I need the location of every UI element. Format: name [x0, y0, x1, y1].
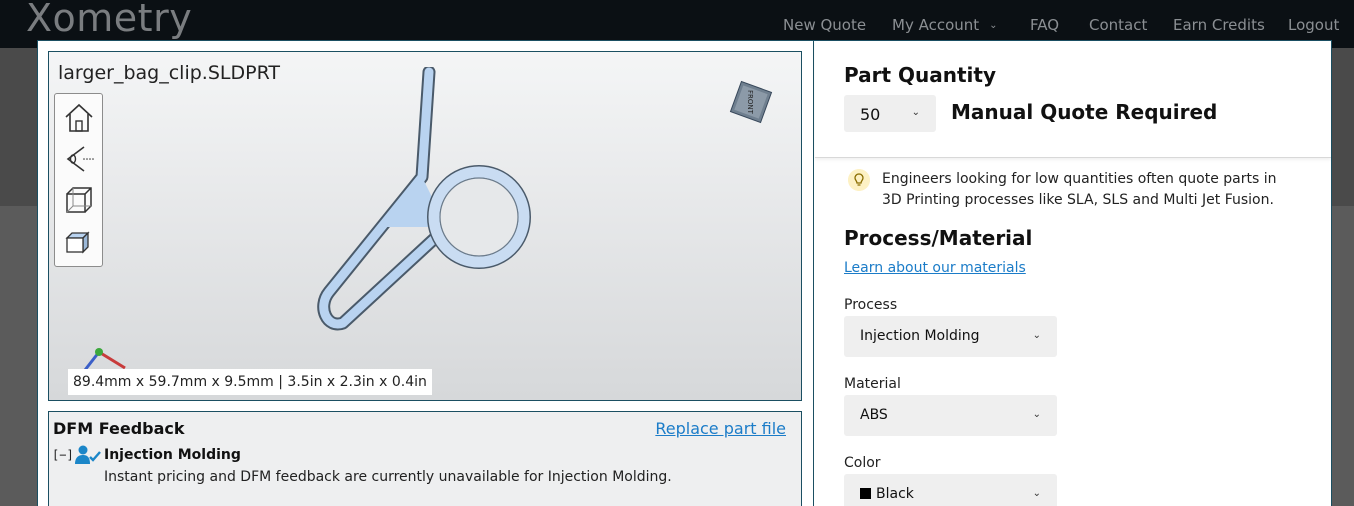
part-quantity-title: Part Quantity [844, 63, 996, 87]
shaded-cube-icon[interactable] [62, 224, 96, 258]
lightbulb-icon [848, 169, 870, 191]
wireframe-cube-icon[interactable] [62, 183, 96, 217]
chevron-updown-icon: ⌄ [911, 107, 920, 118]
part-config-modal: larger_bag_clip.SLDPRT FRONT 89.4mm x 59… [37, 40, 1332, 506]
nav-earn-credits[interactable]: Earn Credits [1173, 16, 1265, 34]
part-model-render[interactable] [309, 67, 549, 332]
process-label: Process [844, 297, 898, 313]
quantity-select[interactable]: 50 ⌄ [844, 95, 936, 132]
view-cube-label: FRONT [746, 90, 754, 115]
dfm-collapse-toggle[interactable]: [−] [52, 448, 74, 462]
material-value: ABS [860, 407, 888, 423]
viewer-toolbar [54, 93, 103, 267]
dfm-message: Instant pricing and DFM feedback are cur… [104, 469, 672, 485]
home-view-icon[interactable] [62, 101, 96, 135]
nav-contact[interactable]: Contact [1089, 16, 1147, 34]
quantity-header: Part Quantity 50 ⌄ Manual Quote Required [815, 41, 1331, 158]
nav-logout[interactable]: Logout [1288, 16, 1339, 34]
file-name: larger_bag_clip.SLDPRT [58, 62, 280, 84]
learn-materials-link[interactable]: Learn about our materials [844, 260, 1026, 276]
color-swatch [860, 488, 871, 499]
xometry-logo[interactable]: Xometry [26, 0, 192, 40]
process-select[interactable]: Injection Molding ⌄ [844, 316, 1057, 357]
nav-my-account-label: My Account [892, 16, 980, 34]
material-select[interactable]: ABS ⌄ [844, 395, 1057, 436]
chevron-updown-icon: ⌄ [1032, 330, 1041, 341]
part-dimensions: 89.4mm x 59.7mm x 9.5mm | 3.5in x 2.3in … [68, 369, 432, 395]
quantity-value: 50 [860, 105, 881, 124]
color-select[interactable]: Black ⌄ [844, 474, 1057, 506]
nav-new-quote[interactable]: New Quote [783, 16, 866, 34]
chevron-updown-icon: ⌄ [1032, 488, 1041, 499]
process-value: Injection Molding [860, 328, 980, 344]
material-label: Material [844, 376, 901, 392]
color-value: Black [876, 486, 914, 502]
tip-message: Engineers looking for low quantities oft… [882, 171, 1277, 208]
dfm-process-name: Injection Molding [104, 447, 241, 463]
replace-part-file-link[interactable]: Replace part file [655, 419, 786, 438]
perspective-eye-icon[interactable] [62, 142, 96, 176]
manual-quote-status: Manual Quote Required [951, 100, 1218, 124]
engineer-check-icon [75, 445, 101, 464]
view-cube-front[interactable]: FRONT [729, 80, 773, 124]
right-panel: Part Quantity 50 ⌄ Manual Quote Required… [815, 41, 1331, 506]
3d-viewer[interactable]: larger_bag_clip.SLDPRT FRONT 89.4mm x 59… [48, 51, 802, 401]
left-panel: larger_bag_clip.SLDPRT FRONT 89.4mm x 59… [38, 41, 814, 506]
dfm-title: DFM Feedback [53, 419, 185, 438]
nav-faq[interactable]: FAQ [1030, 16, 1059, 34]
chevron-updown-icon: ⌄ [1032, 409, 1041, 420]
process-material-title: Process/Material [844, 226, 1033, 250]
color-value-wrapper: Black [860, 486, 914, 502]
nav-my-account[interactable]: My Account ⌄ [892, 16, 998, 34]
chevron-down-icon: ⌄ [989, 20, 998, 31]
dfm-feedback-panel: DFM Feedback Replace part file [−] Injec… [48, 411, 802, 506]
color-label: Color [844, 455, 881, 471]
